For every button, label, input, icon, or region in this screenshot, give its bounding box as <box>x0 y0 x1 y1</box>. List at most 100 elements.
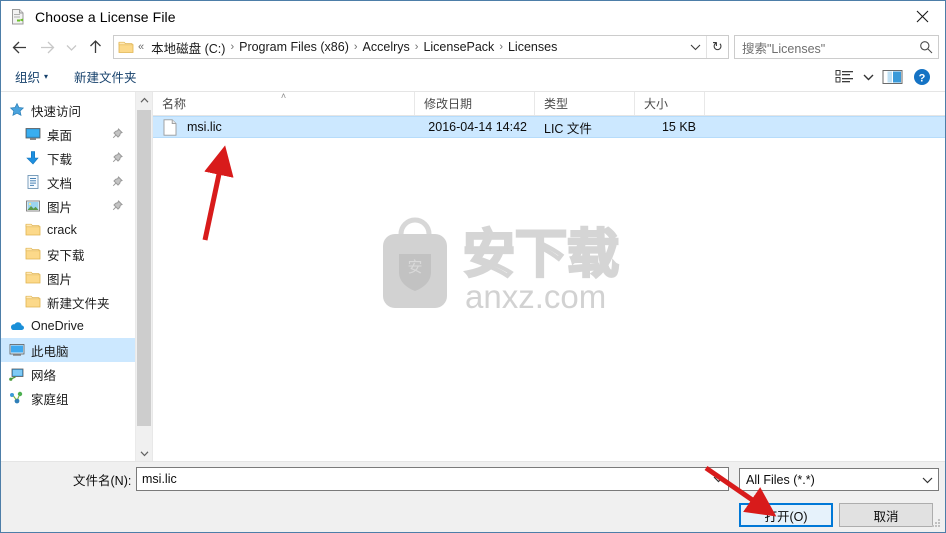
organize-button[interactable]: 组织 ▾ <box>15 67 48 86</box>
file-type-filter-value: All Files (*.*) <box>746 472 815 487</box>
this-pc-icon <box>9 342 25 358</box>
file-rows: msi.lic 2016-04-14 14:42 LIC 文件 15 KB <box>153 116 945 461</box>
preview-pane-icon[interactable] <box>877 65 907 89</box>
folder-icon <box>25 270 41 286</box>
network-icon <box>9 366 25 382</box>
sidebar-item-documents[interactable]: 文档 <box>1 170 135 194</box>
sidebar-item-label: 图片 <box>47 272 73 287</box>
back-button[interactable] <box>5 34 33 60</box>
breadcrumb-item-3[interactable]: LicensePack <box>419 40 498 54</box>
breadcrumb-item-4[interactable]: Licenses <box>504 40 561 54</box>
pin-icon[interactable] <box>112 200 123 214</box>
refresh-icon[interactable]: ↻ <box>706 36 728 58</box>
chevron-down-icon[interactable] <box>916 469 938 490</box>
column-header-size[interactable]: 大小 <box>635 92 705 115</box>
file-type-filter-select[interactable]: All Files (*.*) <box>739 468 939 491</box>
generic-file-icon <box>163 118 179 136</box>
sidebar-item-label: 安下载 <box>47 248 85 263</box>
title-bar: Choose a License File <box>1 1 945 32</box>
sidebar-item-label: OneDrive <box>31 319 84 333</box>
svg-text:?: ? <box>919 72 926 84</box>
sidebar-item-label: 文档 <box>47 176 73 191</box>
new-folder-label: 新建文件夹 <box>74 71 137 85</box>
column-header-label: 大小 <box>644 97 669 111</box>
column-header-label: 修改日期 <box>424 97 473 111</box>
help-icon[interactable]: ? <box>907 65 937 89</box>
sidebar-item-label: crack <box>47 223 77 237</box>
column-header-name[interactable]: ˄ 名称 <box>153 91 415 115</box>
sidebar-item-label: 此电脑 <box>31 344 69 359</box>
folder-icon <box>25 246 41 262</box>
sidebar-item-this-pc[interactable]: 此电脑 <box>1 338 135 362</box>
view-options-caret-icon[interactable] <box>859 65 877 89</box>
chevron-down-icon[interactable] <box>708 468 728 490</box>
filename-input[interactable]: msi.lic <box>136 467 729 491</box>
sidebar-item-anxiazai[interactable]: 安下载 <box>1 242 135 266</box>
view-list-icon[interactable] <box>829 65 859 89</box>
sidebar-item-label: 家庭组 <box>31 392 69 407</box>
chevron-down-icon: ▾ <box>44 72 49 81</box>
sidebar-item-downloads[interactable]: 下载 <box>1 146 135 170</box>
pin-icon[interactable] <box>112 176 123 190</box>
download-icon <box>25 150 41 166</box>
file-size-cell: 15 KB <box>661 120 696 134</box>
search-input[interactable]: 搜索"Licenses" <box>734 35 939 59</box>
sort-ascending-icon: ˄ <box>280 91 287 101</box>
folder-icon <box>25 222 41 238</box>
sidebar-item-onedrive[interactable]: OneDrive <box>1 314 135 338</box>
organize-label: 组织 <box>15 71 41 85</box>
sidebar-item-quick-access[interactable]: 快速访问 <box>1 98 135 122</box>
scroll-up-button[interactable] <box>136 92 152 108</box>
file-list-pane: ˄ 名称 修改日期 类型 大小 msi.lic 2016-04-14 14:42… <box>153 91 945 461</box>
new-folder-button[interactable]: 新建文件夹 <box>74 67 137 86</box>
pin-icon[interactable] <box>112 152 123 166</box>
sidebar-item-pictures-folder[interactable]: 图片 <box>1 266 135 290</box>
scroll-down-button[interactable] <box>136 445 152 461</box>
search-icon <box>918 40 934 54</box>
breadcrumb: « 本地磁盘 (C:) › Program Files (x86) › Acce… <box>137 38 684 57</box>
sidebar-item-pictures[interactable]: 图片 <box>1 194 135 218</box>
dialog-body: 快速访问 桌面 下载 文档 图片 crack 安下载 图片 新建文件夹 OneD… <box>1 91 945 462</box>
pictures-icon <box>25 198 41 214</box>
navigation-pane: 快速访问 桌面 下载 文档 图片 crack 安下载 图片 新建文件夹 OneD… <box>1 92 153 461</box>
sidebar-item-new-folder[interactable]: 新建文件夹 <box>1 290 135 314</box>
pin-icon[interactable] <box>112 128 123 142</box>
breadcrumb-item-2[interactable]: Accelrys <box>359 40 414 54</box>
sidebar-item-crack[interactable]: crack <box>1 218 135 242</box>
file-name-label: msi.lic <box>187 120 222 134</box>
cancel-button[interactable]: 取消 <box>839 503 933 527</box>
column-header-type[interactable]: 类型 <box>535 92 635 115</box>
column-header-label: 名称 <box>162 97 187 111</box>
sidebar-item-label: 快速访问 <box>31 104 82 119</box>
command-toolbar: 组织 ▾ 新建文件夹 ? <box>1 62 945 92</box>
scrollbar-track[interactable] <box>136 108 152 445</box>
file-type-cell: LIC 文件 <box>544 121 592 136</box>
navigation-bar: « 本地磁盘 (C:) › Program Files (x86) › Acce… <box>1 32 945 62</box>
column-header-date[interactable]: 修改日期 <box>415 92 535 115</box>
breadcrumb-overflow[interactable]: « <box>137 41 147 53</box>
documents-icon <box>25 174 41 190</box>
up-button[interactable] <box>81 34 109 60</box>
dialog-footer: 文件名(N): msi.lic All Files (*.*) 打开(O) 取消 <box>1 462 945 532</box>
sidebar-item-label: 桌面 <box>47 128 73 143</box>
sidebar-item-network[interactable]: 网络 <box>1 362 135 386</box>
folder-icon <box>118 40 134 54</box>
sidebar-item-label: 网络 <box>31 368 57 383</box>
scrollbar-thumb[interactable] <box>137 110 151 426</box>
onedrive-icon <box>9 318 25 334</box>
forward-button[interactable] <box>33 34 61 60</box>
breadcrumb-item-0[interactable]: 本地磁盘 (C:) <box>147 38 229 57</box>
recent-locations-button[interactable] <box>61 34 81 60</box>
resize-grip[interactable] <box>930 517 942 529</box>
address-bar[interactable]: « 本地磁盘 (C:) › Program Files (x86) › Acce… <box>113 35 729 59</box>
homegroup-icon <box>9 390 25 406</box>
chevron-down-icon[interactable] <box>684 36 706 58</box>
breadcrumb-item-1[interactable]: Program Files (x86) <box>235 40 353 54</box>
sidebar-item-desktop[interactable]: 桌面 <box>1 122 135 146</box>
sidebar-scrollbar[interactable] <box>135 92 152 461</box>
table-row[interactable]: msi.lic 2016-04-14 14:42 LIC 文件 15 KB <box>153 116 945 138</box>
open-button[interactable]: 打开(O) <box>739 503 833 527</box>
close-button[interactable] <box>899 1 945 31</box>
sidebar-item-homegroup[interactable]: 家庭组 <box>1 386 135 410</box>
column-header-row: ˄ 名称 修改日期 类型 大小 <box>153 91 945 116</box>
